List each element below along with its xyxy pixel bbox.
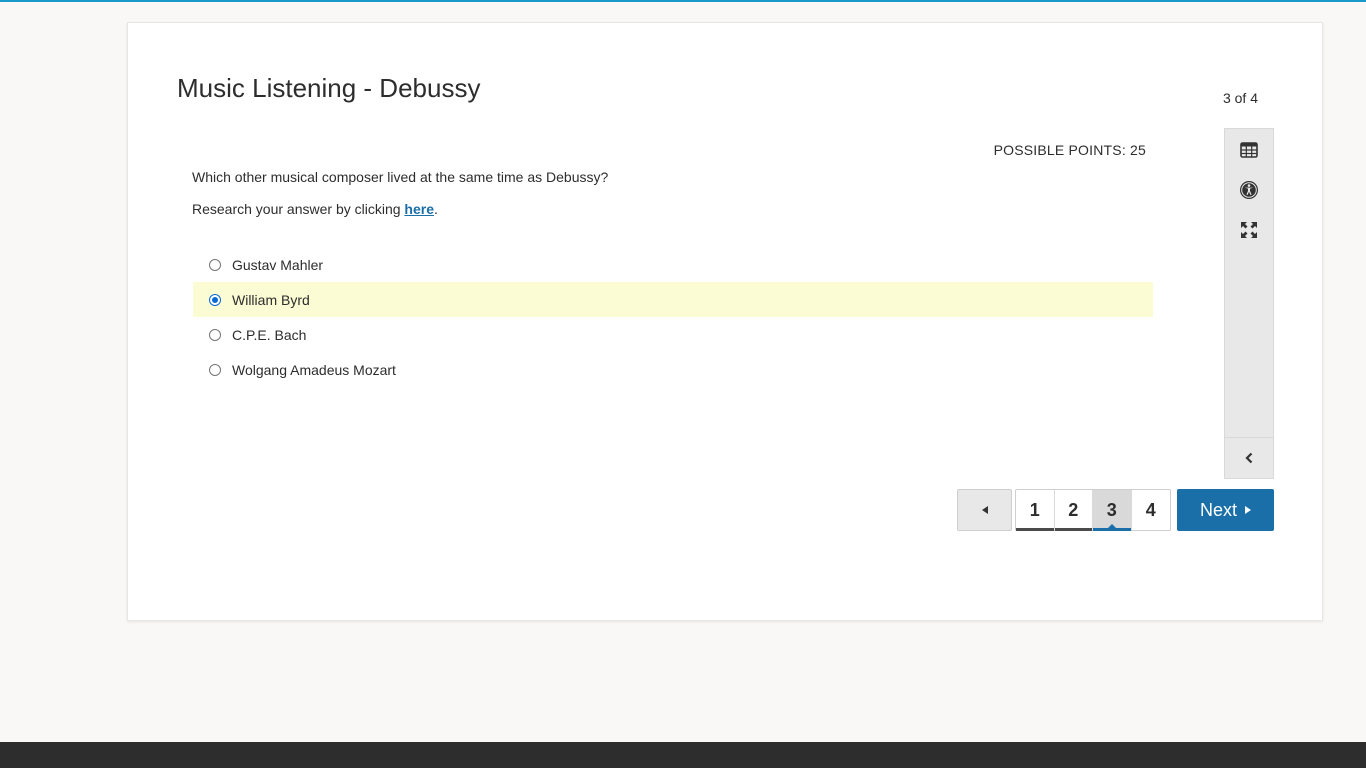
page-button[interactable]: 2 — [1054, 490, 1093, 531]
answer-option[interactable]: Gustav Mahler — [193, 247, 1153, 282]
next-label: Next — [1199, 499, 1237, 520]
answer-radio[interactable] — [209, 293, 221, 306]
answer-option[interactable]: Wolgang Amadeus Mozart — [193, 352, 1153, 387]
answer-radio[interactable] — [209, 363, 221, 376]
answer-list: Gustav Mahler William Byrd C.P.E. Bach W… — [193, 247, 1153, 387]
possible-points: POSSIBLE POINTS: 25 — [993, 142, 1146, 158]
page-button[interactable]: 1 — [1016, 490, 1055, 531]
calculator-button[interactable] — [1225, 130, 1273, 170]
accessibility-button[interactable] — [1225, 170, 1273, 210]
answer-radio[interactable] — [209, 258, 221, 271]
page-title: Music Listening - Debussy — [177, 73, 481, 103]
question-progress: 3 of 4 — [1222, 90, 1258, 106]
calculator-icon — [1240, 142, 1258, 158]
chevron-left-icon — [1245, 452, 1253, 464]
research-suffix: . — [434, 201, 438, 217]
answer-option[interactable]: C.P.E. Bach — [193, 317, 1153, 352]
caret-right-icon — [1245, 506, 1251, 514]
quiz-card: Music Listening - Debussy 3 of 4 POSSIBL… — [127, 22, 1323, 621]
collapse-tools-button[interactable] — [1225, 437, 1273, 478]
answer-label: C.P.E. Bach — [232, 326, 307, 343]
research-link[interactable]: here — [404, 201, 434, 217]
top-accent-line — [0, 0, 1366, 2]
answer-option[interactable]: William Byrd — [193, 282, 1153, 317]
answer-label: William Byrd — [232, 291, 310, 308]
answer-label: Wolgang Amadeus Mozart — [232, 361, 396, 378]
question-text: Which other musical composer lived at th… — [192, 169, 609, 185]
answer-radio[interactable] — [209, 328, 221, 341]
next-button[interactable]: Next — [1177, 489, 1274, 531]
answer-label: Gustav Mahler — [232, 256, 324, 273]
previous-button[interactable] — [957, 489, 1012, 531]
caret-left-icon — [981, 506, 988, 514]
tools-sidebar — [1224, 128, 1274, 479]
page-button[interactable]: 4 — [1132, 490, 1171, 530]
accessibility-icon — [1240, 181, 1258, 199]
page-navigation: 1 2 3 4 — [1015, 489, 1171, 531]
research-prefix: Research your answer by clicking — [192, 201, 405, 217]
expand-icon — [1241, 222, 1257, 238]
research-text: Research your answer by clicking here. — [192, 201, 438, 217]
page-button-current[interactable]: 3 — [1093, 490, 1132, 531]
page-footer — [0, 742, 1366, 768]
expand-button[interactable] — [1225, 210, 1273, 250]
